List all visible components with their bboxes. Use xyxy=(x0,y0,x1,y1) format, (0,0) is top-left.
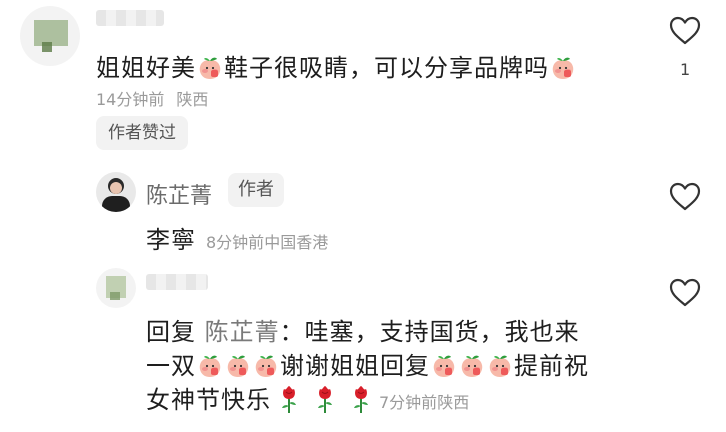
shy-peach-emoji xyxy=(253,353,279,379)
avatar[interactable] xyxy=(96,268,136,308)
reply-prefix: 回复 xyxy=(146,318,196,346)
rose-emoji xyxy=(279,384,299,414)
timestamp: 14分钟前 xyxy=(96,90,165,109)
author-liked-tag: 作者赞过 xyxy=(96,116,188,150)
comment-text-part: 女神节快乐 xyxy=(146,386,271,414)
location: 陕西 xyxy=(176,90,209,109)
timestamp: 8分钟前 xyxy=(206,233,265,252)
author-badge: 作者 xyxy=(228,173,284,207)
heart-outline-icon[interactable] xyxy=(668,276,702,310)
author-name[interactable]: 陈芷菁 xyxy=(146,178,212,210)
avatar-pixel xyxy=(110,292,120,300)
comment-meta: 14分钟前 陕西 xyxy=(96,86,208,110)
location: 中国香港 xyxy=(264,233,329,252)
comment-text-line-2: 一双 谢谢姐姐回复 提前祝 xyxy=(146,346,589,381)
rose-emoji xyxy=(315,384,335,414)
avatar-pixel xyxy=(42,42,52,52)
timestamp: 7分钟前 xyxy=(379,393,438,412)
author-avatar[interactable] xyxy=(96,172,136,212)
shy-peach-emoji xyxy=(459,353,485,379)
comment-text-part: 谢谢姐姐回复 xyxy=(280,352,430,380)
comment-text: 李寧 8分钟前中国香港 xyxy=(146,220,328,255)
shy-peach-emoji xyxy=(550,55,576,81)
shy-peach-emoji xyxy=(487,353,513,379)
comment-text-part: 李寧 xyxy=(146,226,196,254)
username-blurred[interactable] xyxy=(146,274,208,290)
shy-peach-emoji xyxy=(197,353,223,379)
comment-text-part: ：哇塞，支持国货，我也来 xyxy=(279,318,580,346)
username-blurred[interactable] xyxy=(96,10,164,26)
comment-text-line-1: 回复 陈芷菁：哇塞，支持国货，我也来 xyxy=(146,312,580,347)
shy-peach-emoji xyxy=(225,353,251,379)
heart-outline-icon[interactable] xyxy=(668,180,702,214)
heart-outline-icon[interactable] xyxy=(668,14,702,48)
shy-peach-emoji xyxy=(431,353,457,379)
avatar-pixel xyxy=(110,182,122,194)
comment-text-part: 姐姐好美 xyxy=(96,54,196,82)
comment-text: 姐姐好美 鞋子很吸睛，可以分享品牌吗 xyxy=(96,48,577,83)
shy-peach-emoji xyxy=(197,55,223,81)
like-count: 1 xyxy=(680,60,691,79)
comment-text-part: 一双 xyxy=(146,352,196,380)
location: 陕西 xyxy=(437,393,470,412)
avatar-pixel xyxy=(102,196,130,212)
reply-target[interactable]: 陈芷菁 xyxy=(205,318,280,346)
avatar[interactable] xyxy=(20,6,80,66)
comment-text-line-3: 女神节快乐 7分钟前陕西 xyxy=(146,380,469,415)
rose-emoji xyxy=(351,384,371,414)
comment-text-part: 提前祝 xyxy=(514,352,589,380)
comment-text-part: 鞋子很吸睛，可以分享品牌吗 xyxy=(224,54,549,82)
